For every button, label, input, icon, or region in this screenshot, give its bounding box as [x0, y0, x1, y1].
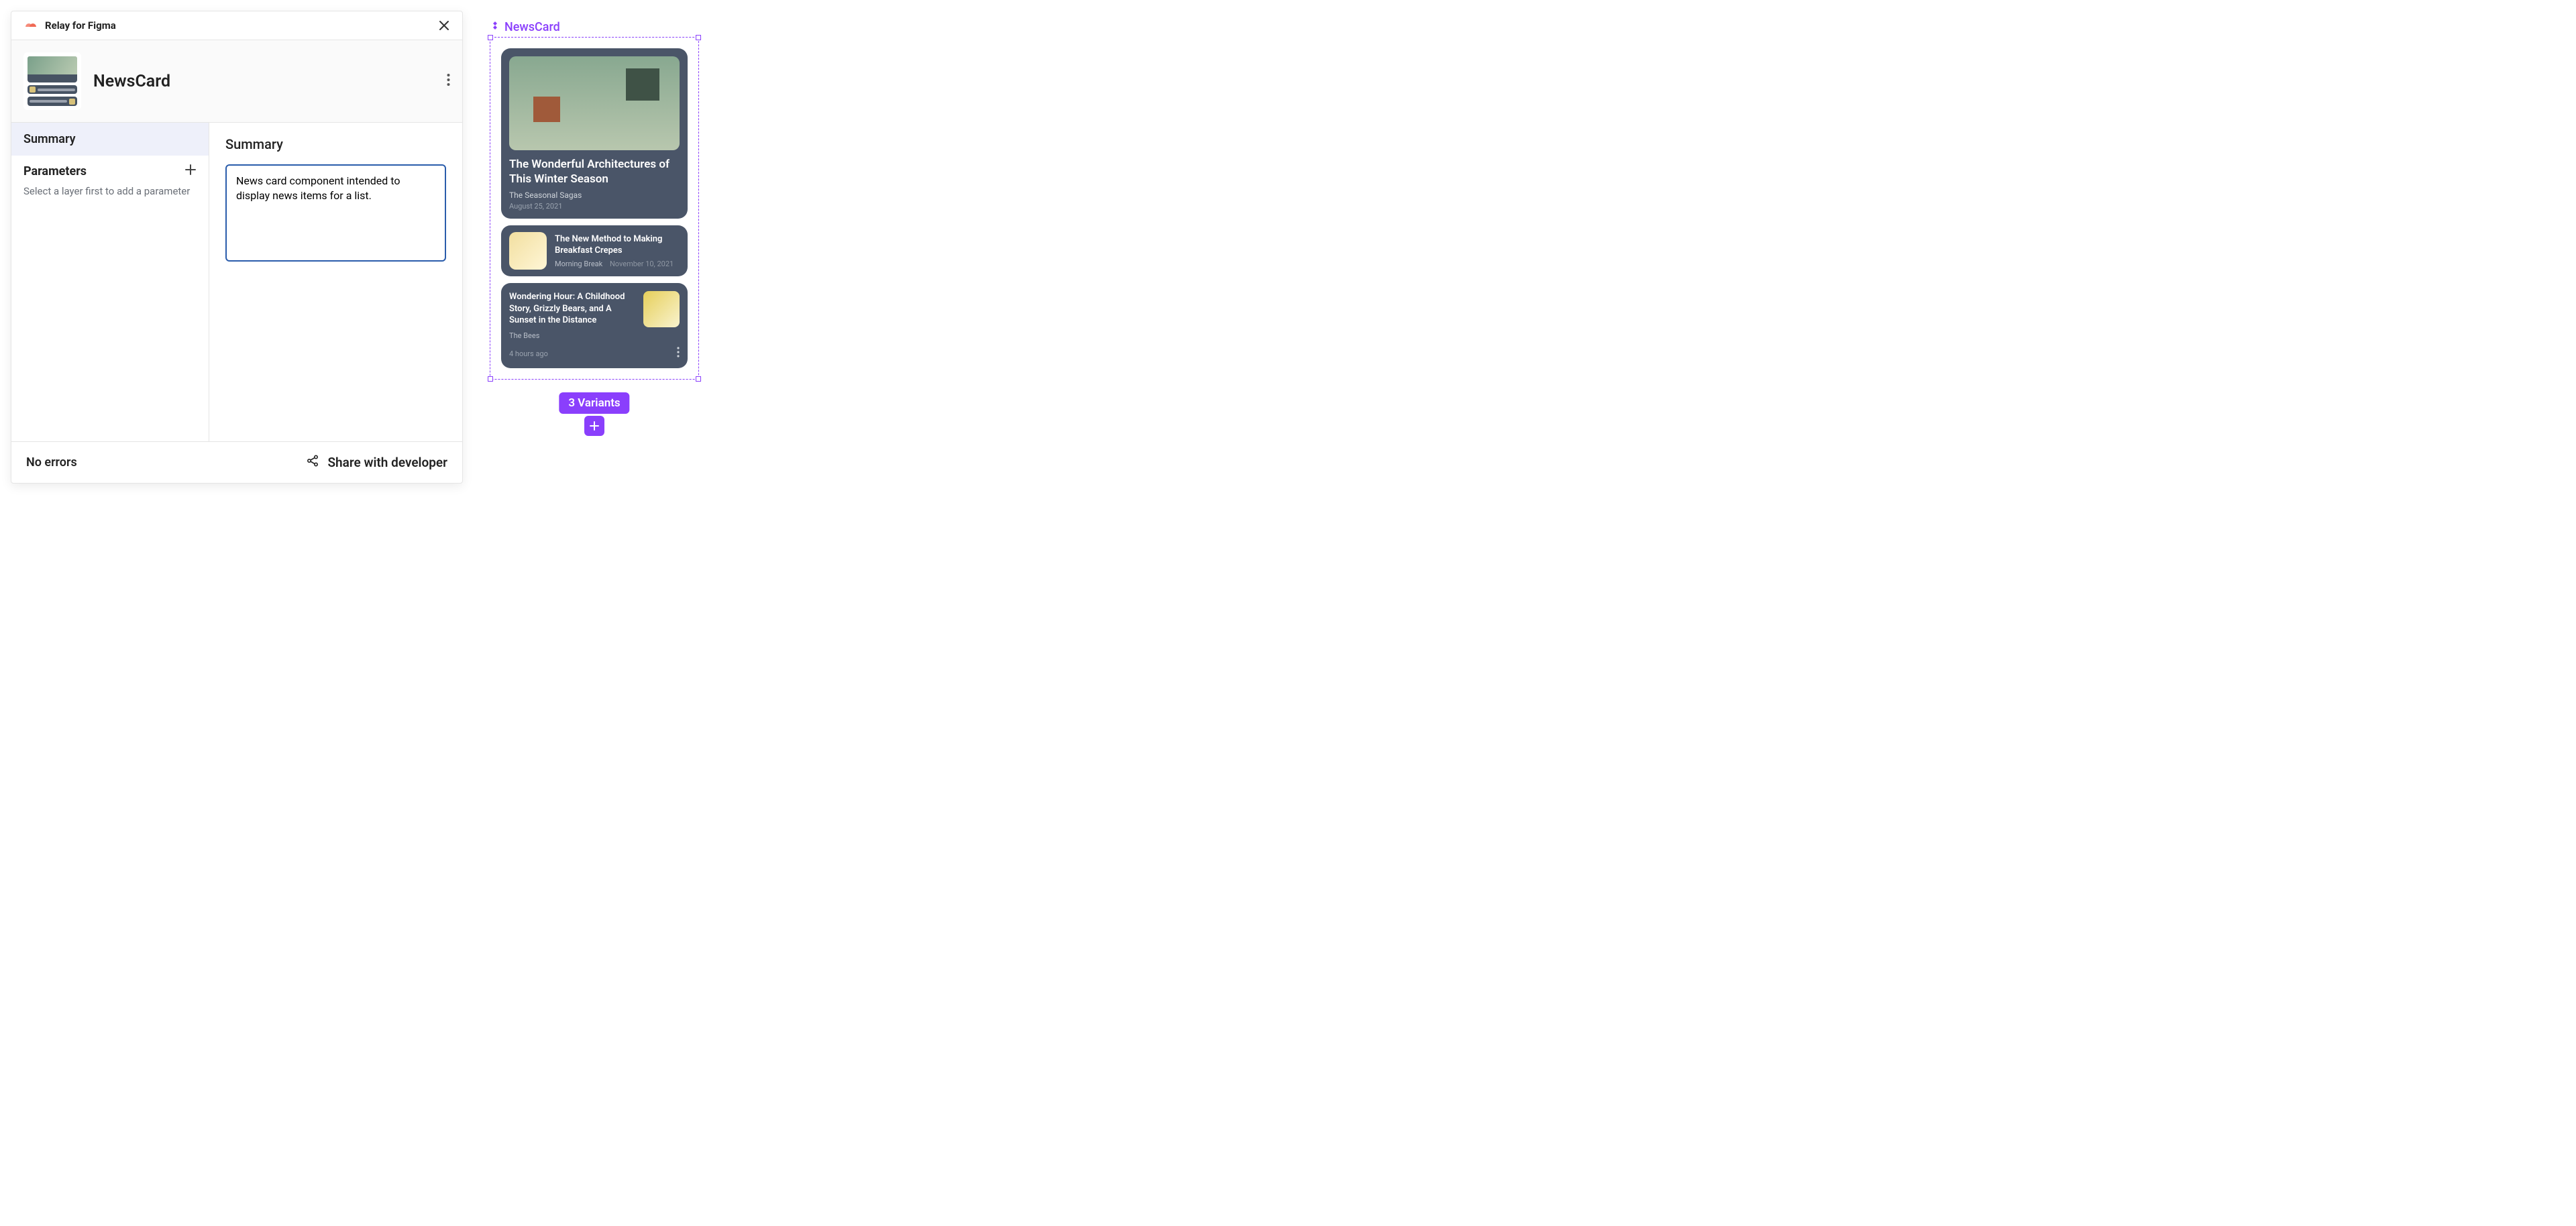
sidebar: Summary Parameters Select a layer first …: [11, 123, 209, 441]
add-parameter-button[interactable]: [184, 164, 197, 179]
card-thumbnail: [509, 232, 547, 270]
card-author: The Seasonal Sagas: [509, 190, 680, 200]
component-thumbnail: [23, 52, 81, 110]
news-card-hero[interactable]: The Wonderful Architectures of This Wint…: [501, 48, 688, 219]
content-heading: Summary: [225, 136, 446, 152]
card-thumbnail: [643, 291, 680, 327]
parameters-header: Parameters: [11, 156, 209, 182]
card-meta: Morning Break November 10, 2021: [555, 260, 680, 268]
component-header: NewsCard: [11, 40, 462, 123]
component-label[interactable]: NewsCard: [490, 20, 699, 34]
selection-handle[interactable]: [488, 35, 493, 40]
parameters-hint: Select a layer first to add a parameter: [11, 182, 209, 208]
summary-textarea[interactable]: [225, 164, 446, 262]
cards-stack: The Wonderful Architectures of This Wint…: [501, 48, 688, 368]
card-hero-image: [509, 56, 680, 150]
card-menu-button[interactable]: [677, 347, 680, 360]
selection-handle[interactable]: [696, 35, 701, 40]
component-name: NewsCard: [93, 72, 435, 91]
plugin-title: Relay for Figma: [23, 19, 116, 32]
panel-body: Summary Parameters Select a layer first …: [11, 123, 462, 441]
component-more-button[interactable]: [447, 73, 450, 89]
figma-canvas: NewsCard The Wonderful Architectures of …: [490, 20, 699, 380]
share-button[interactable]: Share with developer: [306, 454, 447, 471]
card-title: The New Method to Making Breakfast Crepe…: [555, 234, 680, 257]
card-date: August 25, 2021: [509, 202, 680, 211]
card-time-ago: 4 hours ago: [509, 349, 548, 358]
card-date: November 10, 2021: [610, 260, 674, 268]
news-card-detail[interactable]: Wondering Hour: A Childhood Story, Grizz…: [501, 283, 688, 368]
component-icon: [490, 20, 500, 34]
card-author: The Bees: [509, 331, 680, 340]
plugin-name: Relay for Figma: [45, 19, 116, 32]
card-title: Wondering Hour: A Childhood Story, Grizz…: [509, 291, 637, 327]
news-card-compact[interactable]: The New Method to Making Breakfast Crepe…: [501, 225, 688, 276]
content-pane: Summary: [209, 123, 462, 441]
close-button[interactable]: [438, 19, 450, 32]
add-variant-button[interactable]: [584, 416, 604, 436]
selection-handle[interactable]: [488, 376, 493, 382]
share-label: Share with developer: [327, 455, 447, 470]
plugin-logo-icon: [23, 20, 38, 31]
status-text: No errors: [26, 455, 77, 469]
component-label-text: NewsCard: [504, 20, 560, 34]
variants-pill[interactable]: 3 Variants: [559, 392, 629, 414]
component-frame[interactable]: The Wonderful Architectures of This Wint…: [490, 37, 699, 380]
card-title: The Wonderful Architectures of This Wint…: [509, 157, 680, 186]
selection-handle[interactable]: [696, 376, 701, 382]
panel-footer: No errors Share with developer: [11, 441, 462, 483]
share-icon: [306, 454, 319, 471]
tab-summary[interactable]: Summary: [11, 123, 209, 156]
card-author: Morning Break: [555, 260, 602, 268]
panel-header: Relay for Figma: [11, 11, 462, 40]
parameters-title: Parameters: [23, 164, 87, 178]
plugin-panel: Relay for Figma NewsCard Summary Paramet…: [11, 11, 463, 484]
